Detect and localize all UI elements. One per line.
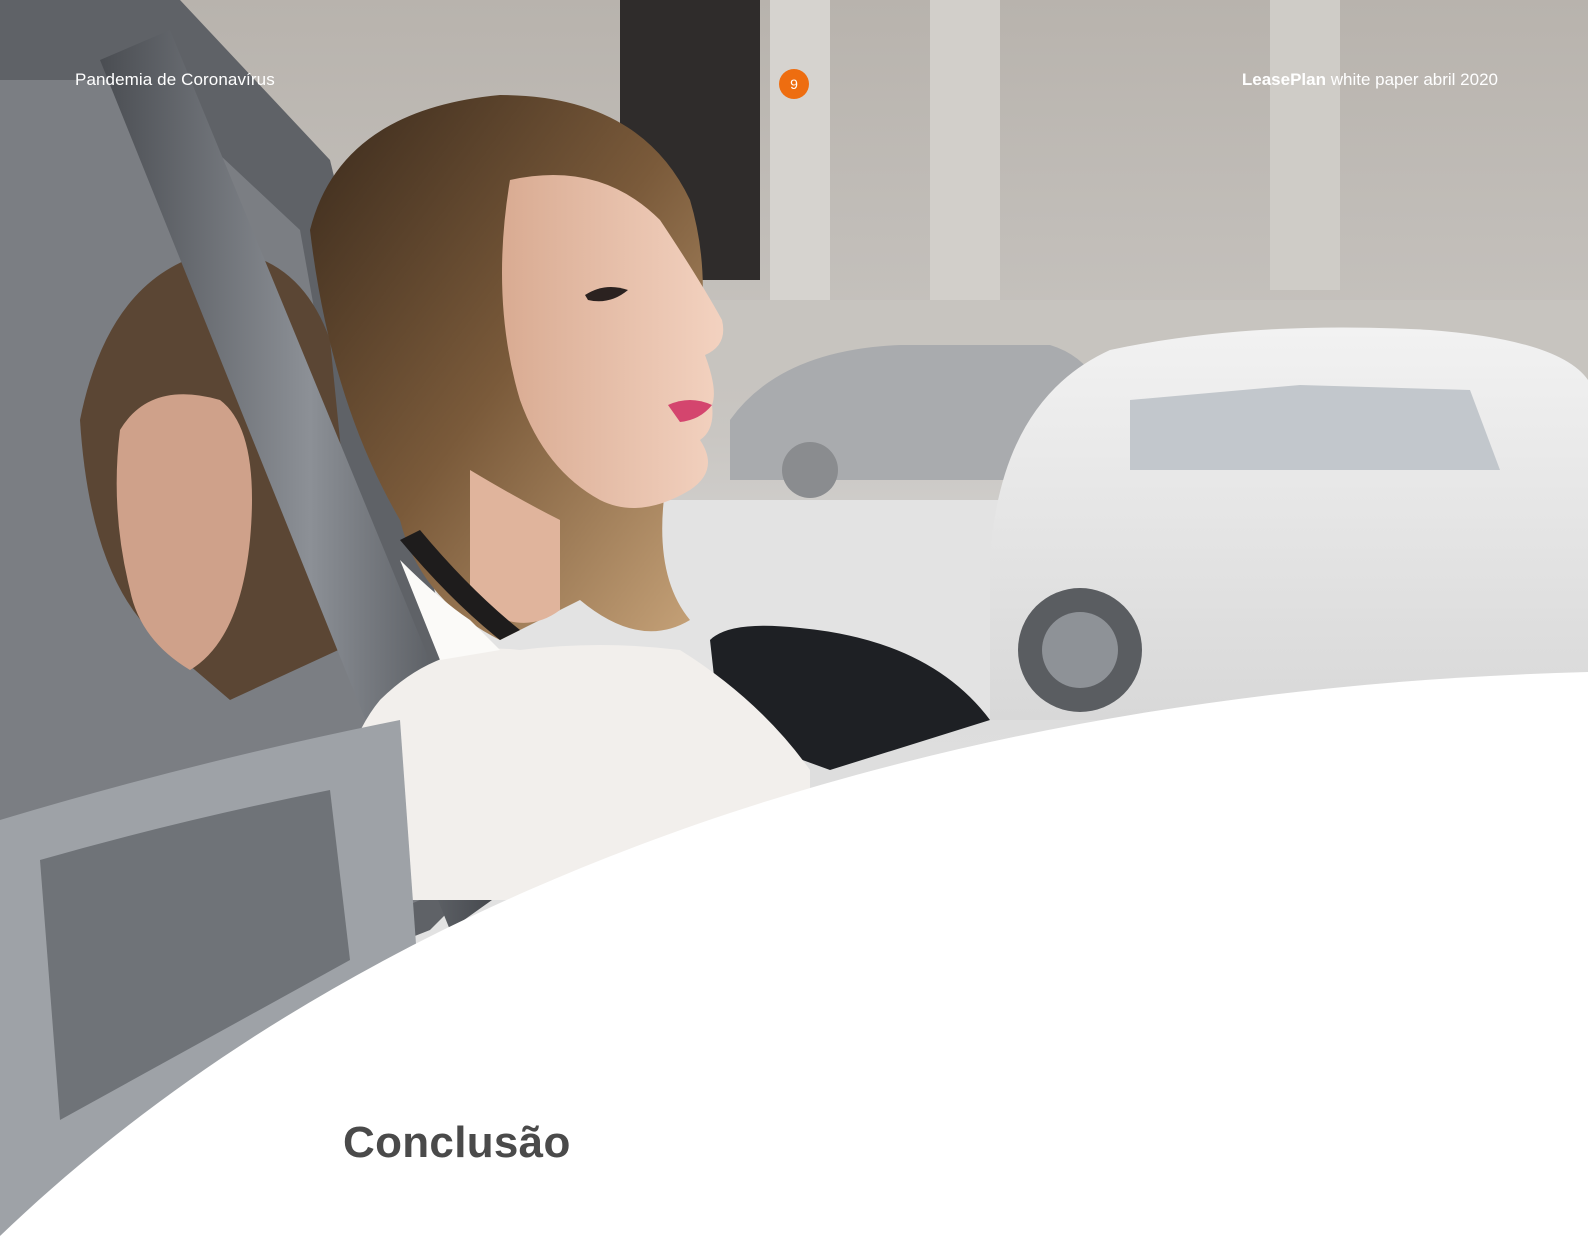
page-header: Pandemia de Coronavírus 9 LeasePlan whit…: [0, 0, 1588, 120]
publication-info: LeasePlan white paper abril 2020: [1242, 70, 1498, 90]
hero-photo-woman-in-car: [0, 0, 1588, 1236]
publication-title: white paper abril 2020: [1325, 70, 1498, 89]
section-heading: Conclusão: [343, 1118, 571, 1167]
document-page: Pandemia de Coronavírus 9 LeasePlan whit…: [0, 0, 1588, 1236]
section-title: Pandemia de Coronavírus: [75, 70, 275, 89]
page-number-badge: 9: [779, 69, 809, 99]
brand-name: LeasePlan: [1241, 70, 1326, 89]
